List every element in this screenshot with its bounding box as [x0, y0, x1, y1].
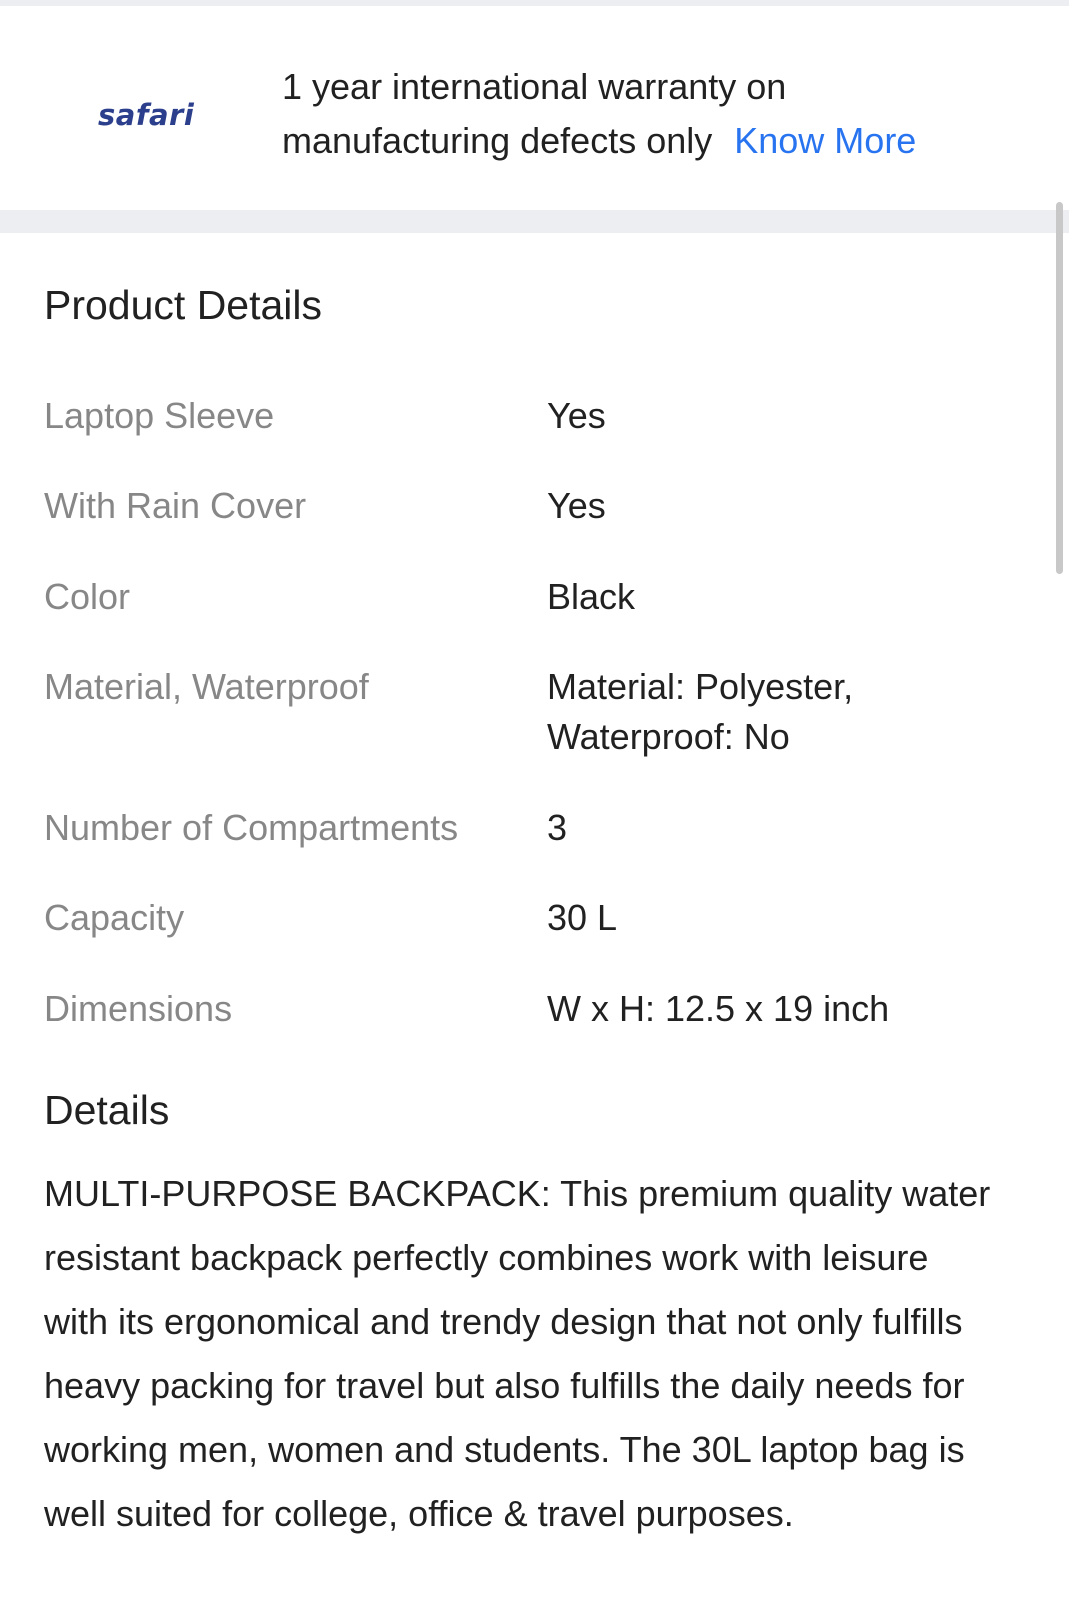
spec-label: Number of Compartments [44, 807, 459, 848]
spec-value: Black [547, 576, 636, 617]
spec-label: Capacity [44, 897, 185, 938]
warranty-text-line-1: 1 year international warranty on [282, 66, 787, 107]
spec-label: With Rain Cover [44, 485, 307, 526]
spec-value: Yes [547, 485, 606, 526]
spec-value-line-1: Material: Polyester, [547, 666, 854, 707]
details-line: well suited for college, office & travel… [44, 1493, 794, 1534]
details-line: with its ergonomical and trendy design t… [44, 1301, 963, 1342]
spec-label: Color [44, 576, 131, 617]
details-line: heavy packing for travel but also fulfil… [44, 1365, 965, 1406]
product-details-title: Product Details [44, 282, 323, 328]
safari-brand-logo: safari [98, 98, 195, 132]
details-title: Details [44, 1087, 170, 1133]
warranty-text: 1 year international warranty on manufac… [282, 60, 1042, 168]
spec-value: 30 L [547, 897, 618, 938]
spec-value: W x H: 12.5 x 19 inch [547, 988, 890, 1029]
details-description: MULTI-PURPOSE BACKPACK: This premium qua… [44, 1162, 1044, 1546]
spec-value-line-2: Waterproof: No [547, 716, 790, 757]
spec-value: Yes [547, 395, 606, 436]
spec-value: 3 [547, 807, 568, 848]
warranty-text-line-2-content: manufacturing defects only [282, 120, 713, 161]
scrollbar[interactable] [1056, 202, 1063, 574]
know-more-link[interactable]: Know More [734, 120, 916, 161]
spec-label: Dimensions [44, 988, 233, 1029]
details-line: MULTI-PURPOSE BACKPACK: This premium qua… [44, 1173, 991, 1214]
details-line: working men, women and students. The 30L… [44, 1429, 965, 1470]
details-line: resistant backpack perfectly combines wo… [44, 1237, 929, 1278]
spec-label: Laptop Sleeve [44, 395, 275, 436]
spec-label: Material, Waterproof [44, 666, 369, 707]
warranty-section: safari 1 year international warranty on … [0, 6, 1069, 210]
warranty-text-line-2: manufacturing defects only Know More [282, 114, 1042, 168]
spec-value-multiline: Material: Polyester, Waterproof: No [547, 662, 1027, 762]
section-divider [0, 210, 1069, 233]
